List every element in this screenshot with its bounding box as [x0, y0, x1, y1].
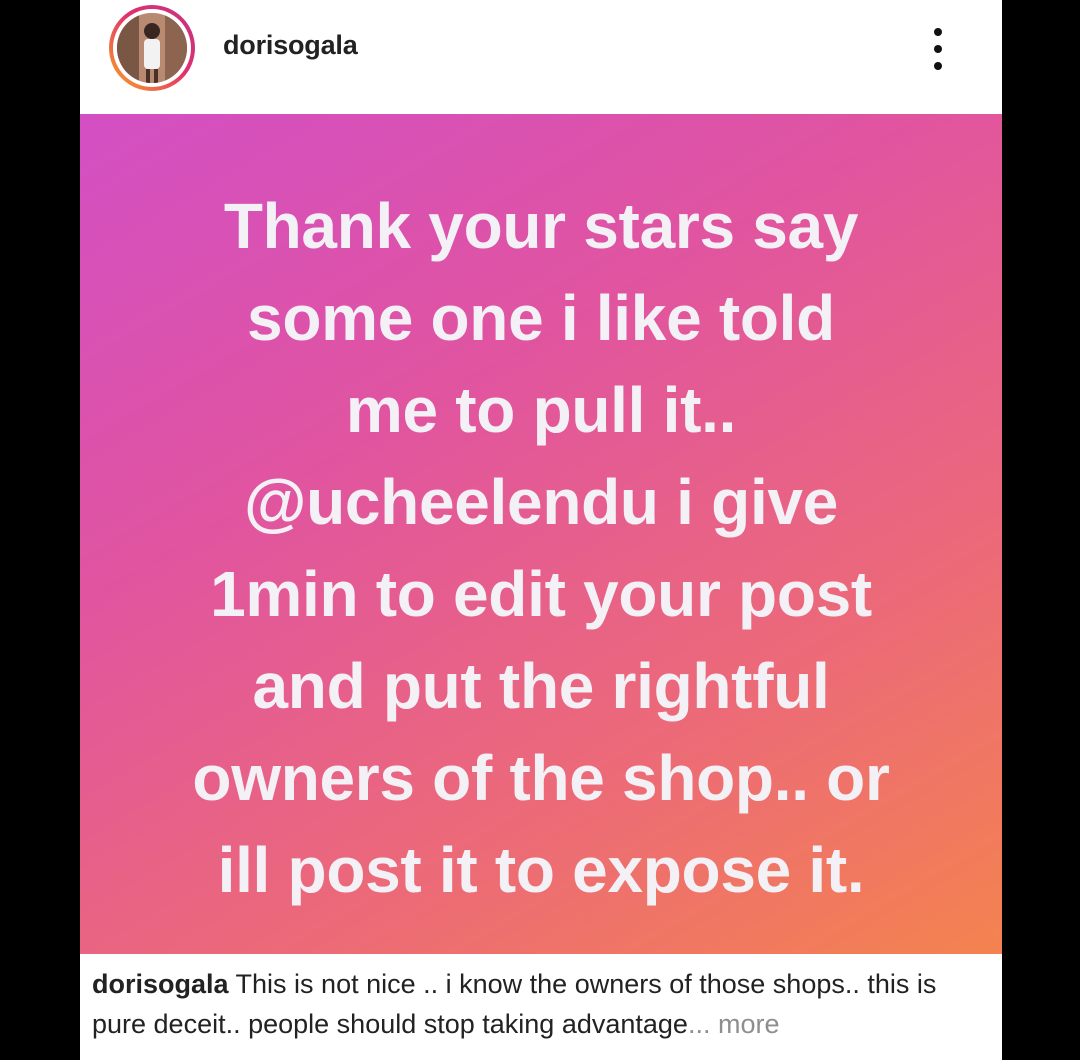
avatar-story-ring[interactable]: [109, 5, 195, 91]
image-text-line: me to pull it..: [345, 374, 737, 446]
avatar: [117, 13, 187, 83]
more-options-icon[interactable]: [923, 24, 953, 74]
dot: [934, 62, 942, 70]
image-text-line: Thank your stars say: [223, 190, 859, 262]
caption-more-link[interactable]: more: [710, 1009, 780, 1039]
dot: [934, 28, 942, 36]
post-caption: dorisogala This is not nice .. i know th…: [80, 954, 1002, 1060]
post-username[interactable]: dorisogala: [223, 30, 358, 61]
instagram-post: dorisogala Thank your stars say some one…: [80, 0, 1002, 1060]
dot: [934, 45, 942, 53]
image-text-line: and put the rightful: [252, 650, 830, 722]
post-header: dorisogala: [80, 0, 1002, 114]
caption-ellipsis: ...: [687, 1009, 711, 1039]
post-image-text: Thank your stars say some one i like tol…: [80, 180, 1002, 916]
image-text-line: owners of the shop.. or: [192, 742, 890, 814]
image-text-line: some one i like told: [247, 282, 835, 354]
image-text-line: 1min to edit your post: [210, 558, 872, 630]
post-image[interactable]: Thank your stars say some one i like tol…: [80, 114, 1002, 954]
image-text-line: ill post it to expose it.: [217, 834, 865, 906]
image-text-line: @ucheelendu i give: [243, 466, 839, 538]
caption-username[interactable]: dorisogala: [92, 969, 229, 999]
